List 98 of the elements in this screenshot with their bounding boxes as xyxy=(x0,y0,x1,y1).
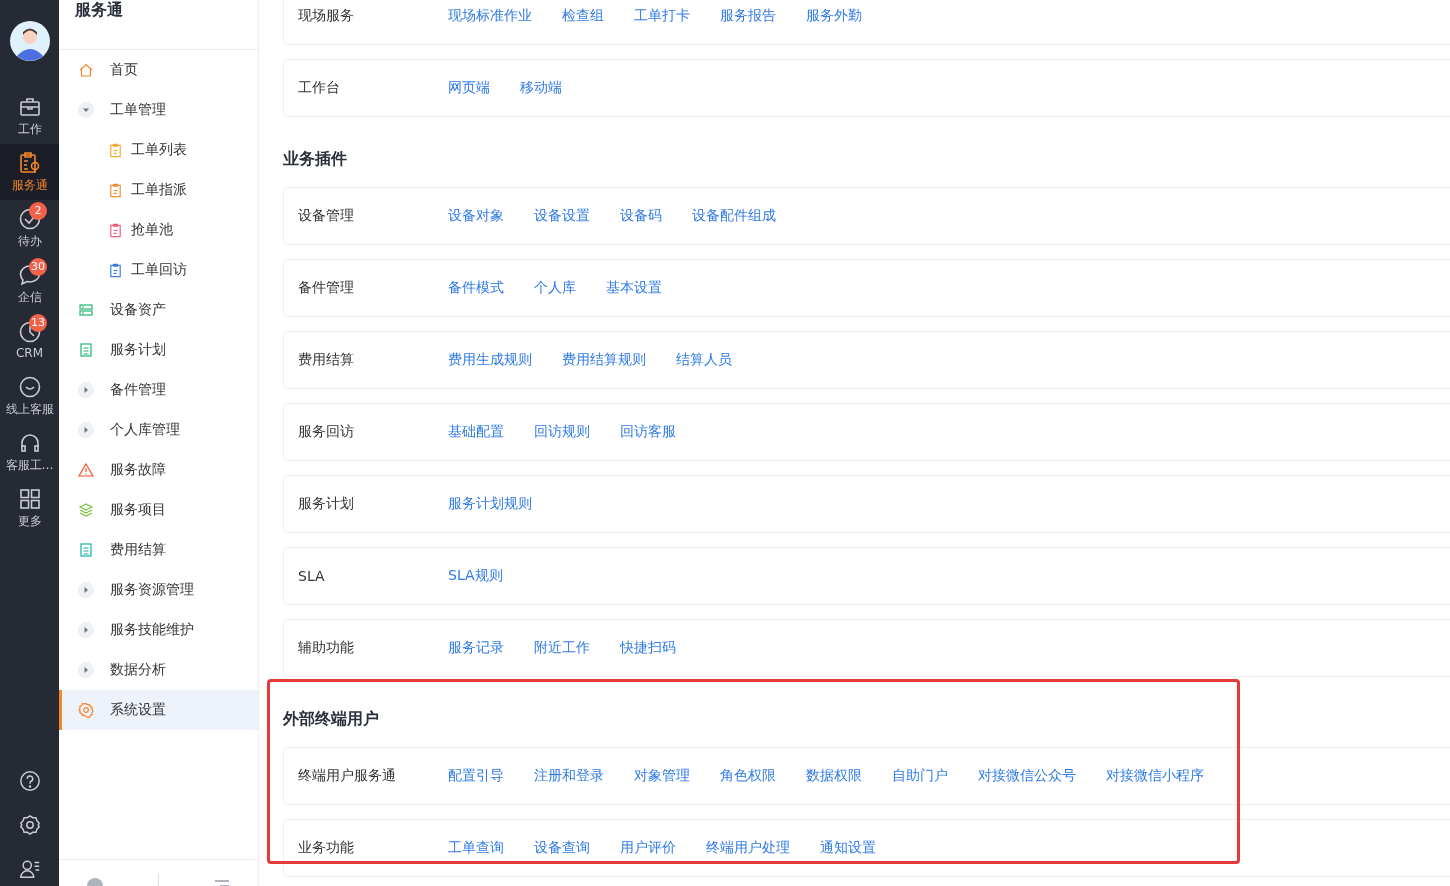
rail-item[interactable]: 更多 xyxy=(0,480,59,536)
user-list-icon[interactable] xyxy=(18,858,41,880)
setting-link[interactable]: 工单打卡 xyxy=(634,7,690,25)
nav-group[interactable]: 服务资源管理 xyxy=(59,570,258,610)
rail-item[interactable]: 客服工… xyxy=(0,424,59,480)
setting-link[interactable]: 对接微信小程序 xyxy=(1106,767,1204,785)
setting-link[interactable]: 检查组 xyxy=(562,7,604,25)
count-badge: 2 xyxy=(29,202,47,220)
clipboard-icon xyxy=(108,222,123,238)
setting-link[interactable]: 快捷扫码 xyxy=(620,639,676,657)
setting-link[interactable]: 现场标准作业 xyxy=(448,7,532,25)
card-label: 工作台 xyxy=(298,79,341,97)
nav-item[interactable]: 费用结算 xyxy=(59,530,258,570)
card-label: 备件管理 xyxy=(298,279,355,297)
caret-icon xyxy=(78,582,94,598)
card-label: 费用结算 xyxy=(298,351,355,369)
setting-link[interactable]: 工单查询 xyxy=(448,839,504,857)
setting-link[interactable]: 对接微信公众号 xyxy=(978,767,1076,785)
nav-group[interactable]: 服务技能维护 xyxy=(59,610,258,650)
card-label: 设备管理 xyxy=(298,207,355,225)
setting-link[interactable]: 服务计划规则 xyxy=(448,495,532,513)
nav-item[interactable]: 首页 xyxy=(59,50,258,90)
setting-link[interactable]: SLA规则 xyxy=(448,567,503,585)
panel-title: 服务通 xyxy=(59,0,258,50)
setting-link[interactable]: 网页端 xyxy=(448,79,490,97)
setting-link[interactable]: 终端用户处理 xyxy=(706,839,790,857)
caret-icon xyxy=(78,382,94,398)
nav-item[interactable]: 服务故障 xyxy=(59,450,258,490)
clipboard-icon xyxy=(108,182,123,198)
card-label: 现场服务 xyxy=(298,7,355,25)
setting-link[interactable]: 设备查询 xyxy=(534,839,590,857)
setting-link[interactable]: 通知设置 xyxy=(820,839,876,857)
setting-link[interactable]: 费用生成规则 xyxy=(448,351,532,369)
rail-item[interactable]: 服务通 xyxy=(0,144,59,200)
nav-item[interactable]: 系统设置 xyxy=(59,690,258,730)
setting-link[interactable]: 基础配置 xyxy=(448,423,504,441)
section-title: 业务插件 xyxy=(283,148,348,170)
setting-link[interactable]: 设备配件组成 xyxy=(692,207,776,225)
smile-icon xyxy=(17,374,42,399)
setting-link[interactable]: 注册和登录 xyxy=(534,767,604,785)
card-label: SLA xyxy=(298,568,326,584)
setting-link[interactable]: 附近工作 xyxy=(534,639,590,657)
card-label: 辅助功能 xyxy=(298,639,355,657)
caret-icon xyxy=(78,662,94,678)
nav-subitem[interactable]: 工单列表 xyxy=(59,130,258,170)
card-label: 服务回访 xyxy=(298,423,355,441)
nav-subitem[interactable]: 工单回访 xyxy=(59,250,258,290)
caret-icon xyxy=(78,622,94,638)
setting-link[interactable]: 备件模式 xyxy=(448,279,504,297)
setting-link[interactable]: 移动端 xyxy=(520,79,562,97)
rail-item[interactable]: 待办 2 xyxy=(0,200,59,256)
caret-icon xyxy=(78,422,94,438)
setting-link[interactable]: 回访客服 xyxy=(620,423,676,441)
avatar-icon[interactable] xyxy=(9,21,50,61)
setting-link[interactable]: 服务报告 xyxy=(720,7,776,25)
setting-link[interactable]: 服务记录 xyxy=(448,639,504,657)
rail-item[interactable]: 线上客服 xyxy=(0,368,59,424)
setting-link[interactable]: 对象管理 xyxy=(634,767,690,785)
grid-icon xyxy=(17,486,42,511)
setting-link[interactable]: 设备对象 xyxy=(448,207,504,225)
setting-link[interactable]: 设备码 xyxy=(620,207,662,225)
count-badge: 13 xyxy=(29,314,47,332)
rail-item[interactable]: 企信 30 xyxy=(0,256,59,312)
setting-link[interactable]: 个人库 xyxy=(534,279,576,297)
caret-icon xyxy=(78,102,94,118)
clipboard-icon xyxy=(108,142,123,158)
rail-item[interactable]: CRM 13 xyxy=(0,312,59,368)
setting-link[interactable]: 服务外勤 xyxy=(806,7,862,25)
check-icon xyxy=(17,206,42,231)
clock-icon xyxy=(17,320,42,344)
section-title: 外部终端用户 xyxy=(283,708,380,730)
nav-item[interactable]: 设备资产 xyxy=(59,290,258,330)
nav-group[interactable]: 工单管理 xyxy=(59,90,258,130)
card-label: 终端用户服务通 xyxy=(298,767,397,785)
nav-item[interactable]: 服务项目 xyxy=(59,490,258,530)
setting-link[interactable]: 用户评价 xyxy=(620,839,676,857)
setting-link[interactable]: 结算人员 xyxy=(676,351,732,369)
setting-link[interactable]: 设备设置 xyxy=(534,207,590,225)
nav-subitem[interactable]: 抢单池 xyxy=(59,210,258,250)
setting-link[interactable]: 配置引导 xyxy=(448,767,504,785)
nav-group[interactable]: 备件管理 xyxy=(59,370,258,410)
setting-link[interactable]: 费用结算规则 xyxy=(562,351,646,369)
service-icon xyxy=(17,150,42,175)
clipboard-icon xyxy=(108,262,123,278)
nav-group[interactable]: 数据分析 xyxy=(59,650,258,690)
card-label: 服务计划 xyxy=(298,495,355,513)
setting-link[interactable]: 数据权限 xyxy=(806,767,862,785)
nav-item[interactable]: 服务计划 xyxy=(59,330,258,370)
setting-link[interactable]: 角色权限 xyxy=(720,767,776,785)
nav-subitem[interactable]: 工单指派 xyxy=(59,170,258,210)
count-badge: 30 xyxy=(29,258,47,276)
rail-item[interactable]: 工作 xyxy=(0,88,59,144)
setting-link[interactable]: 回访规则 xyxy=(534,423,590,441)
card-label: 业务功能 xyxy=(298,839,355,857)
settings-icon[interactable] xyxy=(18,814,41,836)
setting-link[interactable]: 自助门户 xyxy=(892,767,948,785)
nav-group[interactable]: 个人库管理 xyxy=(59,410,258,450)
setting-link[interactable]: 基本设置 xyxy=(606,279,662,297)
